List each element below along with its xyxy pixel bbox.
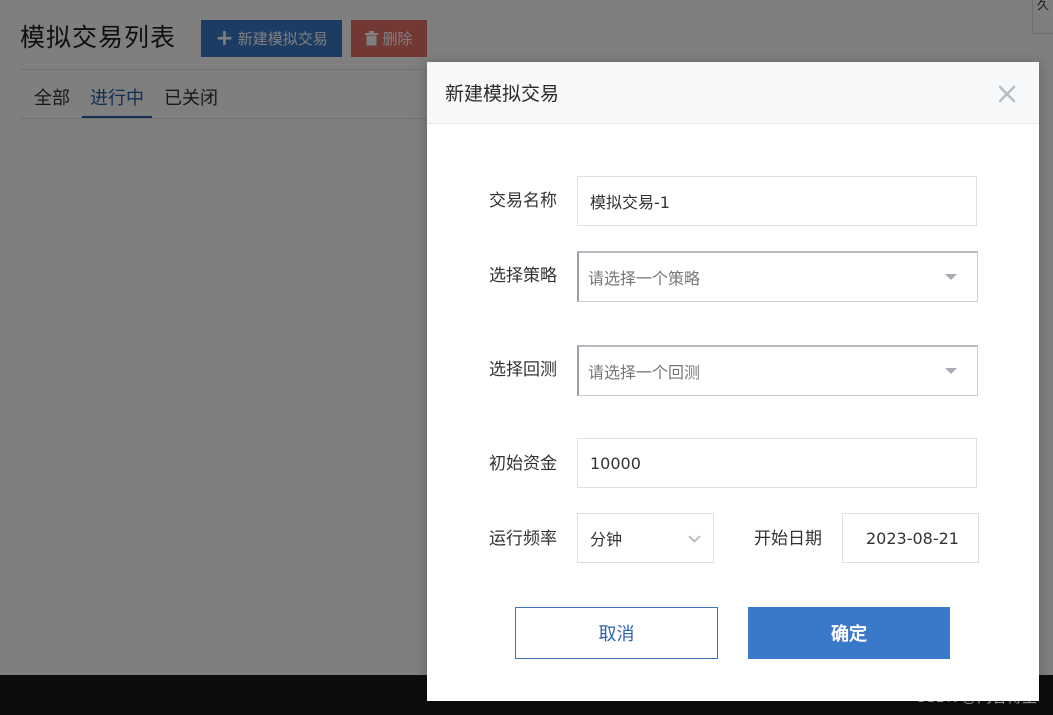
trade-name-label: 交易名称 <box>489 191 557 211</box>
start-date-value: 2023-08-21 <box>866 528 959 548</box>
caret-down-icon <box>945 368 957 374</box>
frequency-select[interactable]: 分钟 <box>577 513 714 563</box>
capital-label: 初始资金 <box>489 454 557 474</box>
close-button[interactable] <box>995 82 1019 106</box>
frequency-label: 运行频率 <box>489 529 557 549</box>
watermark: CSDN @问答博主 <box>915 689 1037 706</box>
start-date-input[interactable]: 2023-08-21 <box>842 513 979 563</box>
backtest-placeholder: 请选择一个回测 <box>588 363 701 382</box>
cancel-button[interactable]: 取消 <box>515 607 718 659</box>
caret-down-icon <box>945 274 957 280</box>
close-icon <box>998 85 1016 103</box>
strategy-label: 选择策略 <box>489 266 557 286</box>
strategy-select[interactable]: 请选择一个策略 <box>577 251 978 302</box>
strategy-placeholder: 请选择一个策略 <box>588 269 701 288</box>
confirm-button[interactable]: 确定 <box>748 607 950 659</box>
dialog-header: 新建模拟交易 <box>427 62 1039 124</box>
frequency-value: 分钟 <box>590 530 623 549</box>
trade-name-input[interactable]: 模拟交易-1 <box>577 176 977 226</box>
capital-value: 10000 <box>590 453 641 473</box>
backtest-label: 选择回测 <box>489 360 557 380</box>
backtest-select[interactable]: 请选择一个回测 <box>577 345 978 396</box>
new-trade-dialog: 新建模拟交易 交易名称 模拟交易-1 选择策略 请选择一个策略 选择回测 请选择… <box>427 62 1039 701</box>
start-date-label: 开始日期 <box>754 529 822 549</box>
trade-name-value: 模拟交易-1 <box>590 193 670 212</box>
dialog-title: 新建模拟交易 <box>445 83 560 105</box>
capital-input[interactable]: 10000 <box>577 438 977 488</box>
chevron-down-icon <box>688 535 701 543</box>
